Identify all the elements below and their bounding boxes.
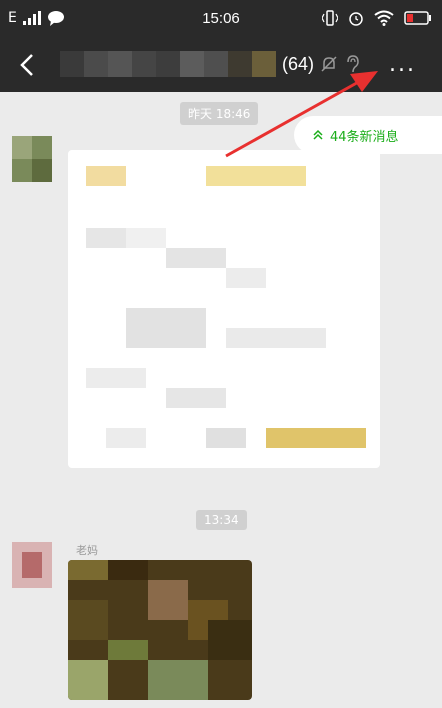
more-button[interactable]: ...	[389, 52, 416, 77]
bell-muted-icon	[321, 56, 337, 72]
chat-header: (64) ...	[0, 38, 442, 92]
timestamp: 昨天 18:46	[180, 102, 259, 125]
back-button[interactable]	[14, 50, 42, 80]
chat-area[interactable]: 昨天 18:46 44条新消息 13:34 老妈	[0, 92, 442, 708]
chevron-left-icon	[20, 54, 33, 76]
alarm-icon	[349, 12, 363, 26]
new-messages-label: 44条新消息	[330, 129, 399, 145]
ear-icon	[347, 55, 359, 73]
avatar[interactable]	[12, 542, 52, 588]
avatar[interactable]	[12, 136, 52, 182]
pixelated-group-name	[60, 51, 276, 77]
image-message[interactable]	[68, 560, 252, 700]
wifi-icon	[374, 10, 394, 26]
battery-icon	[404, 11, 431, 25]
pixelated-photo	[68, 560, 252, 700]
member-count: (64)	[282, 53, 315, 74]
status-bar: E 15:06	[0, 0, 442, 38]
chat-title: (64)	[60, 51, 360, 77]
message-bubble[interactable]	[68, 150, 380, 468]
pixelated-image-content	[68, 150, 380, 468]
sender-name: 老妈	[76, 544, 98, 557]
double-chevron-up-icon	[313, 129, 323, 140]
status-right	[322, 10, 432, 26]
new-messages-button[interactable]: 44条新消息	[294, 116, 442, 154]
vibrate-icon	[322, 10, 338, 26]
timestamp: 13:34	[196, 510, 247, 530]
